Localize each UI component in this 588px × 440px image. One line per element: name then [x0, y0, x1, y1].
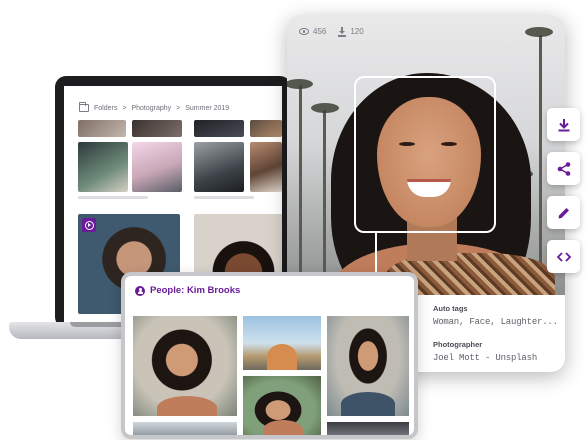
breadcrumb-item-summer-2019[interactable]: Summer 2019 [185, 105, 229, 112]
palm-frond [311, 103, 339, 113]
person-photo[interactable] [327, 422, 409, 435]
person-photo[interactable] [243, 316, 321, 370]
thumbnail[interactable] [194, 142, 244, 192]
person-photo[interactable] [243, 376, 321, 435]
download-icon [558, 118, 569, 131]
embed-code-icon [556, 251, 571, 262]
face-detection-box[interactable] [354, 76, 496, 233]
person-photo[interactable] [133, 316, 237, 416]
views-stat: 456 [299, 27, 326, 36]
thumbnail[interactable] [194, 120, 244, 137]
portrait-photo[interactable]: 456 120 [287, 15, 565, 295]
canvas: Folders > Photography > Summer 2019 456 … [0, 0, 588, 440]
edit-button[interactable] [547, 196, 580, 229]
palm-tree [539, 35, 542, 295]
auto-tags-label: Auto tags [433, 304, 468, 313]
eye-icon [299, 28, 309, 35]
folder-icon [79, 102, 89, 112]
placeholder-bar [194, 196, 254, 199]
embed-code-button[interactable] [547, 240, 580, 273]
palm-tree [299, 85, 302, 295]
breadcrumb: Folders > Photography > Summer 2019 [79, 102, 229, 114]
placeholder-bar [78, 196, 148, 199]
thumbnail[interactable] [78, 120, 126, 137]
breadcrumb-separator: > [122, 104, 127, 112]
photographer-label: Photographer [433, 340, 483, 349]
people-header: People: Kim Brooks [135, 285, 240, 296]
views-count: 456 [313, 27, 327, 36]
thumbnail[interactable] [132, 142, 182, 192]
photo-metadata: Auto tags Woman, Face, Laughter... Photo… [433, 304, 558, 372]
people-panel: People: Kim Brooks [121, 272, 418, 439]
person-photo[interactable] [327, 316, 409, 416]
photographer-value: Joel Mott - Unsplash [433, 353, 538, 363]
palm-frond [525, 27, 553, 37]
share-button[interactable] [547, 152, 580, 185]
thumbnail[interactable] [250, 120, 282, 137]
share-icon [557, 161, 570, 176]
edit-icon [558, 207, 569, 218]
person-photo[interactable] [133, 422, 237, 435]
thumbnail[interactable] [78, 142, 128, 192]
downloads-stat: 120 [338, 27, 364, 37]
video-icon [82, 218, 96, 232]
breadcrumb-item-folders[interactable]: Folders [94, 105, 117, 112]
palm-frond [287, 79, 313, 89]
palm-tree [323, 110, 326, 295]
person-icon [135, 285, 145, 296]
auto-tags-value: Woman, Face, Laughter... [433, 317, 558, 327]
people-title: People: Kim Brooks [150, 285, 241, 296]
thumbnail[interactable] [132, 120, 182, 137]
thumbnail[interactable] [250, 142, 282, 192]
photo-stats: 456 120 [299, 27, 364, 37]
breadcrumb-item-photography[interactable]: Photography [131, 105, 171, 112]
download-button[interactable] [547, 108, 580, 141]
downloads-count: 120 [350, 27, 364, 36]
download-small-icon [338, 27, 347, 37]
breadcrumb-separator: > [176, 104, 181, 112]
